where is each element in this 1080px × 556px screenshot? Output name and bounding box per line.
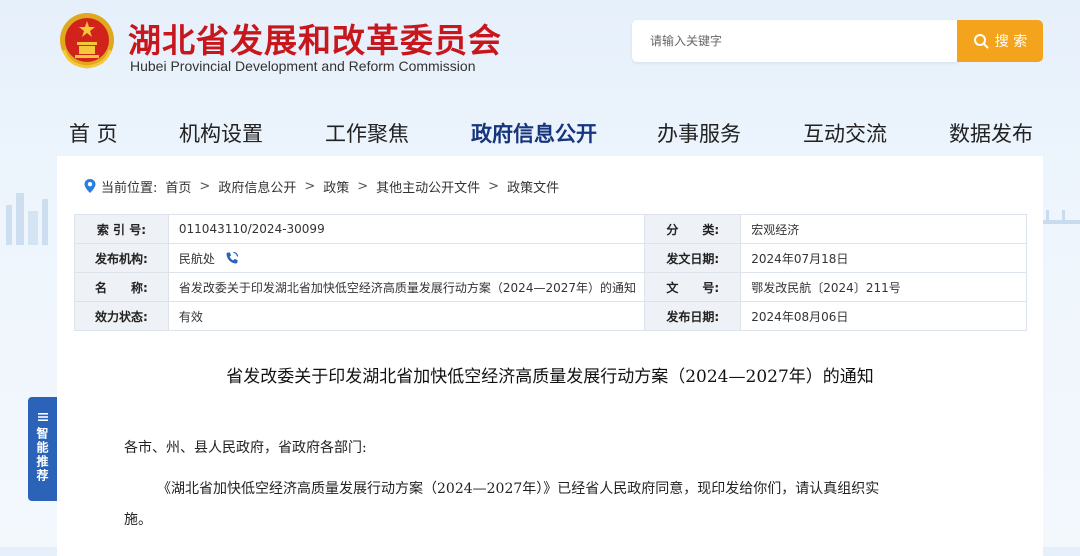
search-icon bbox=[973, 34, 989, 49]
document-salutation: 各市、州、县人民政府，省政府各部门: bbox=[124, 440, 367, 456]
document-number-label: 文 号: bbox=[644, 272, 742, 302]
breadcrumb: 当前位置: 首页 > 政府信息公开 > 政策 > 其他主动公开文件 > 政策文件 bbox=[83, 176, 559, 196]
main-nav: 首 页 机构设置 工作聚焦 政府信息公开 办事服务 互动交流 数据发布 bbox=[40, 118, 1080, 150]
category-label: 分 类: bbox=[644, 214, 742, 244]
table-row: 索 引 号: 011043110/2024-30099 分 类: 宏观经济 bbox=[74, 214, 1027, 244]
nav-item-gov-info[interactable]: 政府信息公开 bbox=[471, 118, 597, 148]
search-button[interactable]: 搜 索 bbox=[957, 20, 1043, 62]
document-paragraph-line: 施。 bbox=[124, 512, 152, 528]
document-info-table: 索 引 号: 011043110/2024-30099 分 类: 宏观经济 发布… bbox=[74, 214, 1027, 331]
document-number-value: 鄂发改民航〔2024〕211号 bbox=[740, 272, 1027, 302]
background-skyline-left bbox=[0, 175, 60, 245]
site-subtitle: Hubei Provincial Development and Reform … bbox=[130, 58, 476, 74]
breadcrumb-home[interactable]: 首页 bbox=[165, 177, 191, 196]
issue-date-label: 发文日期: bbox=[644, 243, 742, 273]
nav-item-data-release[interactable]: 数据发布 bbox=[949, 118, 1033, 148]
table-row: 效力状态: 有效 发布日期: 2024年08月06日 bbox=[74, 301, 1027, 331]
breadcrumb-policy[interactable]: 政策 bbox=[323, 177, 349, 196]
breadcrumb-policy-files[interactable]: 政策文件 bbox=[507, 177, 559, 196]
document-paragraph-line: 《湖北省加快低空经济高质量发展行动方案（2024—2027年）》已经省人民政府同… bbox=[157, 481, 880, 497]
breadcrumb-other-files[interactable]: 其他主动公开文件 bbox=[376, 177, 480, 196]
location-pin-icon bbox=[84, 179, 96, 193]
breadcrumb-separator: > bbox=[304, 178, 316, 194]
nav-item-organization[interactable]: 机构设置 bbox=[179, 118, 263, 148]
issuing-org-label: 发布机构: bbox=[74, 243, 169, 273]
nav-item-home[interactable]: 首 页 bbox=[69, 118, 118, 148]
background-bridge-right bbox=[1040, 190, 1080, 240]
publish-date-label: 发布日期: bbox=[644, 301, 742, 331]
smart-recommend-label: 智能推荐 bbox=[35, 427, 49, 483]
index-number-value: 011043110/2024-30099 bbox=[167, 214, 646, 244]
phone-icon[interactable] bbox=[225, 251, 239, 265]
document-name-label: 名 称: bbox=[74, 272, 169, 302]
breadcrumb-separator: > bbox=[199, 178, 211, 194]
national-emblem-icon bbox=[58, 10, 116, 70]
issue-date-value: 2024年07月18日 bbox=[740, 243, 1027, 273]
breadcrumb-separator: > bbox=[357, 178, 369, 194]
publish-date-value: 2024年08月06日 bbox=[740, 301, 1027, 331]
table-row: 发布机构: 民航处 发文日期: 2024年07月18日 bbox=[74, 243, 1027, 273]
index-number-label: 索 引 号: bbox=[74, 214, 169, 244]
nav-item-services[interactable]: 办事服务 bbox=[657, 118, 741, 148]
validity-status-value: 有效 bbox=[167, 301, 646, 331]
category-value: 宏观经济 bbox=[740, 214, 1027, 244]
breadcrumb-gov-info[interactable]: 政府信息公开 bbox=[218, 177, 296, 196]
breadcrumb-prefix: 当前位置: bbox=[101, 180, 158, 196]
menu-icon bbox=[37, 413, 48, 421]
issuing-org-value: 民航处 bbox=[178, 251, 215, 266]
search-button-label: 搜 索 bbox=[994, 34, 1028, 50]
nav-item-interaction[interactable]: 互动交流 bbox=[803, 118, 887, 148]
nav-item-work-focus[interactable]: 工作聚焦 bbox=[325, 118, 409, 148]
issuing-org-cell: 民航处 bbox=[167, 243, 646, 273]
table-row: 名 称: 省发改委关于印发湖北省加快低空经济高质量发展行动方案（2024—202… bbox=[74, 272, 1027, 302]
validity-status-label: 效力状态: bbox=[74, 301, 169, 331]
document-name-value: 省发改委关于印发湖北省加快低空经济高质量发展行动方案（2024—2027年）的通… bbox=[167, 272, 646, 302]
search-input[interactable] bbox=[632, 20, 957, 62]
breadcrumb-separator: > bbox=[488, 178, 500, 194]
site-title: 湖北省发展和改革委员会 bbox=[128, 21, 502, 60]
smart-recommend-tab[interactable]: 智能推荐 bbox=[28, 397, 57, 501]
document-title: 省发改委关于印发湖北省加快低空经济高质量发展行动方案（2024—2027年）的通… bbox=[226, 367, 874, 387]
